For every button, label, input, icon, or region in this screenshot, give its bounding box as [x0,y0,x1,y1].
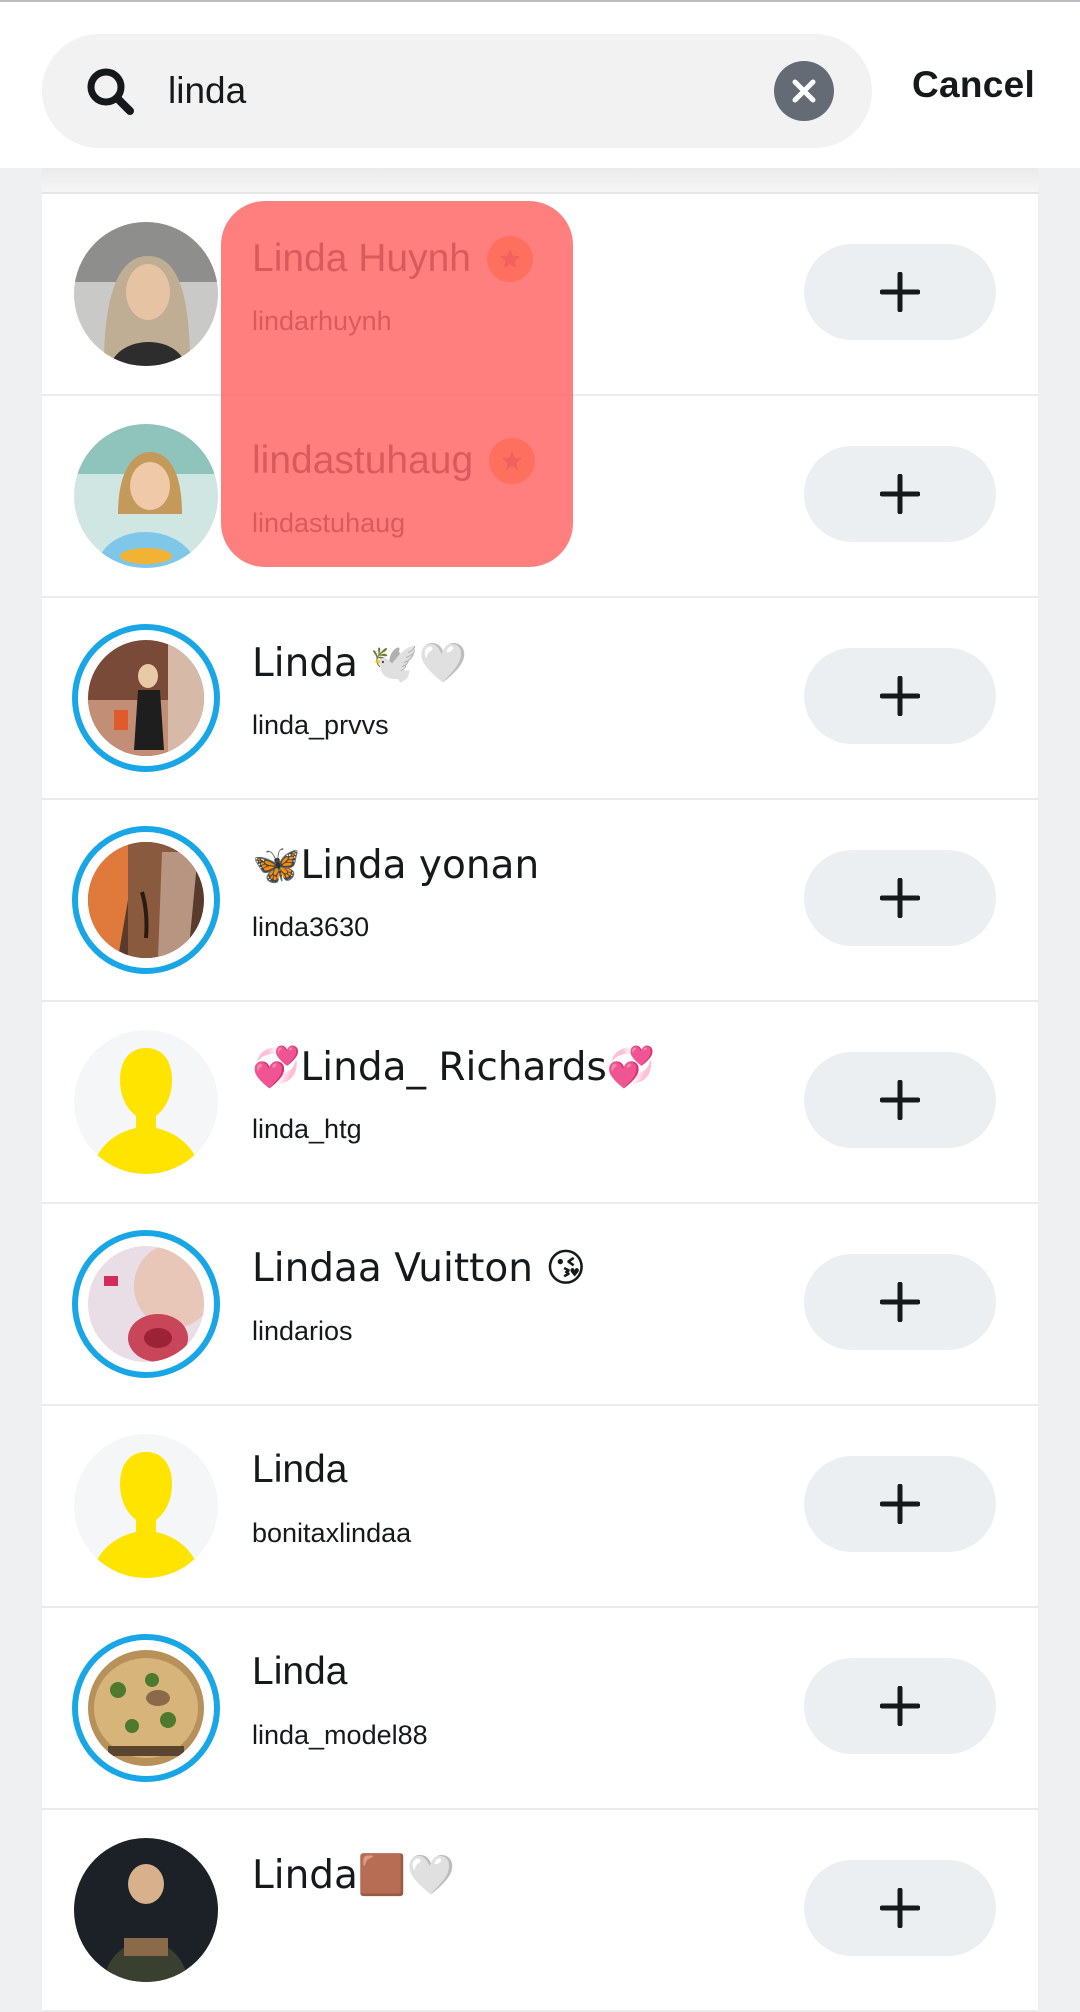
list-item[interactable]: Linda🟫🤍 [42,1810,1038,2012]
avatar[interactable] [72,826,220,974]
default-avatar-icon [74,1434,218,1578]
star-badge-icon [489,438,536,484]
display-name: 🦋Linda yonan [252,843,540,888]
avatar[interactable] [74,1434,218,1578]
list-item[interactable]: Linda Huynh lindarhuynh [42,194,1038,396]
search-bar[interactable] [42,34,872,148]
add-friend-button[interactable] [804,1658,996,1754]
star-badge-icon [487,236,533,282]
avatar[interactable] [72,624,220,772]
avatar[interactable] [72,1230,220,1378]
username: lindastuhaug [252,508,406,538]
add-friend-button[interactable] [804,1860,996,1956]
username: linda_model88 [252,1720,428,1750]
plus-icon [880,1888,920,1928]
list-item[interactable]: Linda bonitaxlindaa [42,1406,1038,1608]
username: linda_htg [252,1114,362,1144]
plus-icon [880,676,920,716]
avatar[interactable] [74,222,218,366]
list-item[interactable]: 💞Linda_ Richards💞 linda_htg [42,1002,1038,1204]
display-name: Lindaa Vuitton 😘 [252,1246,587,1291]
cancel-button[interactable]: Cancel [912,64,1035,106]
add-friend-button[interactable] [804,446,996,542]
display-name: Linda [252,1650,348,1693]
display-name: Linda🟫🤍 [252,1853,456,1898]
search-header: Cancel [0,0,1080,168]
username: lindarhuynh [252,306,392,336]
plus-icon [880,272,920,312]
list-item[interactable]: Linda linda_model88 [42,1608,1038,1810]
display-name: Linda [252,1448,348,1491]
profile-photo [88,1246,204,1362]
username: bonitaxlindaa [252,1518,412,1548]
add-friend-button[interactable] [804,1052,996,1148]
avatar[interactable] [72,1634,220,1782]
username: lindarios [252,1316,353,1346]
default-avatar-icon [74,1030,218,1174]
avatar[interactable] [74,424,218,568]
status-divider [0,0,1080,2]
plus-icon [880,1484,920,1524]
add-friend-button[interactable] [804,850,996,946]
plus-icon [880,878,920,918]
search-icon [87,68,134,115]
plus-icon [880,1686,920,1726]
list-item[interactable]: 🦋Linda yonan linda3630 [42,800,1038,1002]
username: linda3630 [252,912,370,942]
profile-photo [88,842,204,958]
add-friend-button[interactable] [804,648,996,744]
list-top-divider [42,168,1038,194]
username: linda_prvvs [252,710,389,740]
display-name: Linda 🕊️🤍 [252,641,468,686]
profile-photo [74,222,218,366]
list-item[interactable]: Linda 🕊️🤍 linda_prvvs [42,598,1038,800]
clear-search-button[interactable] [774,61,834,121]
display-name: Linda Huynh [252,236,533,282]
profile-photo [88,1650,204,1766]
display-name: lindastuhaug [252,438,536,484]
profile-photo [88,640,204,756]
list-item[interactable]: lindastuhaug lindastuhaug [42,396,1038,598]
profile-photo [74,424,218,568]
list-item[interactable]: Lindaa Vuitton 😘 lindarios [42,1204,1038,1406]
close-icon [792,79,816,103]
add-friend-button[interactable] [804,1456,996,1552]
plus-icon [880,474,920,514]
plus-icon [880,1080,920,1120]
profile-photo [74,1838,218,1982]
add-friend-button[interactable] [804,244,996,340]
avatar[interactable] [74,1030,218,1174]
plus-icon [880,1282,920,1322]
avatar[interactable] [74,1838,218,1982]
search-results-list: Linda Huynh lindarhuynh lindastuhaug lin… [42,168,1038,2012]
add-friend-button[interactable] [804,1254,996,1350]
search-input[interactable] [168,54,638,128]
display-name: 💞Linda_ Richards💞 [252,1045,656,1090]
